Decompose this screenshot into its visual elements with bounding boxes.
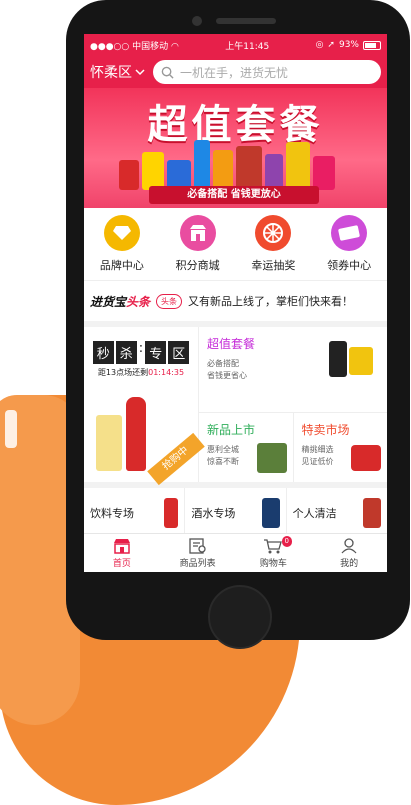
thumb-nail [5,410,17,448]
home-store-icon [113,538,130,554]
tab-cart[interactable]: 0 购物车 [236,534,312,572]
news-ticker[interactable]: 进货宝头条 头条 又有新品上线了，掌柜们快来看！ [84,281,387,327]
points-mall-entry[interactable]: 积分商城 [176,215,220,273]
earpiece-speaker [216,18,276,24]
battery-percent: 93% [338,40,359,50]
location-selector[interactable]: 怀柔区 [90,62,145,82]
special-sale-title: 特卖市场 [301,423,350,437]
chevron-down-icon [135,69,145,76]
app-header: 怀柔区 一机在手，进货无忧 [84,56,387,88]
brand-center-label: 品牌中心 [99,259,144,272]
promo-grid: 秒杀:专区 距13点场还剩01:14:35 抢购中 超值套餐 必备搭配 省钱更省心… [84,327,387,488]
lucky-draw-entry[interactable]: 幸运抽奖 [251,215,295,273]
tab-product-list[interactable]: 商品列表 [160,534,236,572]
status-time: 上午11:45 [225,41,270,52]
location-arrow-icon: ➚ [327,40,335,50]
special-sale-image [351,445,381,471]
flash-products-image [96,393,156,473]
status-bar: ●●●○○ 中国移动 ◠ 上午11:45 ◎ ➚ 93% [84,34,387,56]
carrier-label: ●●●○○ 中国移动 ◠ [90,41,179,52]
lucky-draw-label: 幸运抽奖 [251,259,296,272]
search-input[interactable]: 一机在手，进货无忧 [153,60,381,84]
search-icon [161,66,174,79]
search-placeholder: 一机在手，进货无忧 [180,65,289,80]
bottom-tab-bar: 首页 商品列表 0 购物车 我的 [84,533,387,572]
cart-count-badge: 0 [281,536,292,547]
banner-products-image [119,138,349,190]
news-text: 又有新品上线了，掌柜们快来看！ [188,295,354,308]
flash-sale-title: 秒杀:专区 [84,341,198,364]
new-arrivals-title: 新品上市 [207,423,256,437]
product-list-icon [188,537,206,554]
diamond-icon [103,215,140,251]
news-logo: 进货宝头条 [90,294,151,309]
tab-home[interactable]: 首页 [84,534,160,572]
tab-mine[interactable]: 我的 [311,534,387,572]
news-tag: 头条 [156,293,183,309]
new-arrivals-image [256,443,287,473]
liquor-category[interactable]: 酒水专场 [185,488,287,538]
lucky-wheel-icon [255,215,292,251]
coupon-icon [331,215,368,251]
special-sale-tile[interactable]: 特卖市场 精挑细选 见证低价 [294,413,388,482]
home-button[interactable] [208,585,272,649]
shop-icon [179,215,216,251]
location-label: 怀柔区 [90,65,132,81]
personal-care-category[interactable]: 个人清洁 [287,488,387,538]
new-arrivals-tile[interactable]: 新品上市 惠利全城 惊喜不断 [199,413,294,482]
flash-countdown: 距13点场还剩01:14:35 [97,368,185,377]
drinks-category[interactable]: 饮料专场 [84,488,186,538]
flash-sale-tile[interactable]: 秒杀:专区 距13点场还剩01:14:35 抢购中 [84,327,205,486]
value-deal-image [329,341,347,377]
value-deal-tile[interactable]: 超值套餐 必备搭配 省钱更省心 [199,327,387,413]
category-row: 饮料专场 酒水专场 个人清洁 [84,488,387,539]
personal-care-image [362,498,381,528]
points-mall-label: 积分商城 [175,259,220,272]
lock-icon: ◎ [315,40,324,50]
coupon-center-label: 领券中心 [327,259,372,272]
drinks-image [164,498,179,528]
banner-ribbon: 必备搭配 省钱更放心 [149,186,319,204]
cart-icon [264,538,283,553]
promo-banner[interactable]: 超值套餐 必备搭配 省钱更放心 [84,88,387,208]
liquor-image [261,498,280,528]
brand-center-entry[interactable]: 品牌中心 [100,215,144,273]
app-screen: ●●●○○ 中国移动 ◠ 上午11:45 ◎ ➚ 93% 怀柔区 一机在手，进货… [84,34,387,572]
battery-icon [362,40,381,50]
coupon-center-entry[interactable]: 领券中心 [327,215,371,273]
front-camera [192,16,202,26]
quick-entry-row: 品牌中心 积分商城 幸运抽奖 领券中心 [84,208,387,281]
user-profile-icon [341,537,357,553]
